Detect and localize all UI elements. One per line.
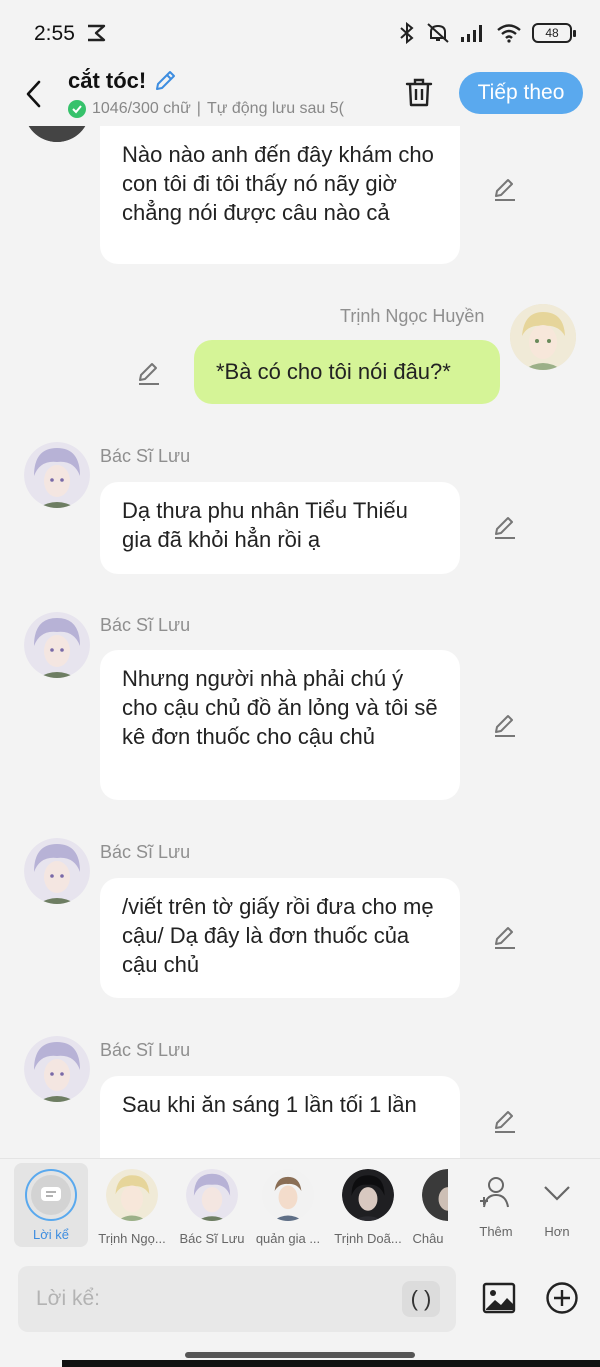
message-text: *Bà có cho tôi nói đâu?*: [216, 359, 451, 384]
message-text: Sau khi ăn sáng 1 lần tối 1 lần: [122, 1092, 417, 1117]
sender-name: Trịnh Ngọc Huyền: [340, 306, 485, 326]
status-bar: 2:55 48: [0, 0, 600, 64]
character-item[interactable]: quản gia ...: [248, 1165, 328, 1246]
trash-icon[interactable]: [404, 76, 434, 108]
avatar: [262, 1169, 314, 1221]
message-text: Dạ thưa phu nhân Tiểu Thiếu gia đã khỏi …: [122, 498, 408, 552]
sender-name: Bác Sĩ Lưu: [100, 615, 191, 635]
mute-icon: [427, 23, 449, 43]
story-title: cắt tóc!: [68, 68, 147, 93]
input-placeholder: Lời kể:: [36, 1287, 100, 1310]
message-bubble[interactable]: Dạ thưa phu nhân Tiểu Thiếu gia đã khỏi …: [100, 482, 460, 574]
edit-message-icon[interactable]: [492, 1108, 518, 1134]
autosave-text: Tự động lưu sau 5(: [206, 100, 344, 117]
more-button[interactable]: Hơn: [517, 1165, 597, 1239]
sender-name: Bác Sĩ Lưu: [100, 1040, 191, 1060]
message-bubble[interactable]: /viết trên tờ giấy rồi đưa cho mẹ cậu/ D…: [100, 878, 460, 998]
message-text: /viết trên tờ giấy rồi đưa cho mẹ cậu/ D…: [122, 894, 434, 977]
character-item[interactable]: Bác Sĩ Lưu: [172, 1165, 252, 1246]
image-icon[interactable]: [482, 1281, 516, 1315]
narration-label: Lời kể: [33, 1227, 69, 1242]
screen-edge: [62, 1360, 600, 1367]
battery-icon: 48: [532, 23, 576, 43]
battery-level: 48: [545, 26, 559, 40]
message-text: Nào nào anh đến đây khám cho con tôi đi …: [122, 142, 434, 225]
parenthesis-button[interactable]: ( ): [402, 1281, 440, 1317]
header: cắt tóc! 1046/300 chữ | Tự động lưu sau …: [0, 64, 600, 126]
title-row: cắt tóc!: [68, 68, 178, 94]
avatar[interactable]: [24, 442, 90, 508]
sender-name: Bác Sĩ Lưu: [100, 842, 191, 862]
check-icon: [68, 100, 86, 118]
edit-message-icon[interactable]: [492, 924, 518, 950]
sender-name: Bác Sĩ Lưu: [100, 446, 191, 466]
character-label: quản gia ...: [255, 1231, 321, 1246]
message-text: Nhưng người nhà phải chú ý cho cậu chủ đ…: [122, 666, 438, 749]
edit-message-icon[interactable]: [492, 514, 518, 540]
avatar[interactable]: [24, 126, 90, 142]
save-status: 1046/300 chữ | Tự động lưu sau 5(: [68, 100, 380, 118]
avatar: [186, 1169, 238, 1221]
avatar[interactable]: [24, 838, 90, 904]
next-button[interactable]: Tiếp theo: [459, 72, 583, 114]
avatar: [106, 1169, 158, 1221]
avatar: [342, 1169, 394, 1221]
add-person-icon: [480, 1177, 509, 1208]
narration-icon: [31, 1175, 71, 1215]
more-label: Hơn: [544, 1224, 570, 1239]
edit-title-icon[interactable]: [152, 68, 178, 94]
edit-message-icon[interactable]: [492, 176, 518, 202]
message-bubble[interactable]: Nào nào anh đến đây khám cho con tôi đi …: [100, 126, 460, 264]
separator: |: [196, 100, 201, 117]
chevron-down-icon: [544, 1186, 570, 1201]
char-count: 1046/300 chữ: [92, 100, 191, 117]
character-label: Trịnh Doã...: [334, 1231, 402, 1246]
avatar: [422, 1169, 448, 1221]
character-label: Châu: [412, 1231, 444, 1246]
wifi-icon: [497, 24, 521, 43]
character-label: Trịnh Ngọ...: [98, 1231, 166, 1246]
plus-circle-icon[interactable]: [545, 1281, 579, 1315]
avatar[interactable]: [510, 304, 576, 370]
message-bubble-mine[interactable]: *Bà có cho tôi nói đâu?*: [194, 340, 500, 404]
message-bubble[interactable]: Sau khi ăn sáng 1 lần tối 1 lần: [100, 1076, 460, 1158]
input-bar: Lời kể: ( ): [0, 1256, 600, 1342]
edit-message-icon[interactable]: [492, 712, 518, 738]
message-input[interactable]: Lời kể: ( ): [18, 1266, 456, 1332]
avatar[interactable]: [24, 612, 90, 678]
home-indicator: [0, 1342, 600, 1367]
signal-icon: [461, 25, 482, 42]
character-label: Bác Sĩ Lưu: [179, 1231, 245, 1246]
narration-selector[interactable]: Lời kể: [14, 1163, 88, 1247]
avatar[interactable]: [24, 1036, 90, 1102]
chat-area[interactable]: Nào nào anh đến đây khám cho con tôi đi …: [0, 126, 600, 1158]
narration-ring: [25, 1169, 77, 1221]
character-item[interactable]: Châu: [408, 1165, 448, 1246]
character-item[interactable]: Trịnh Doã...: [328, 1165, 408, 1246]
home-bar[interactable]: [185, 1352, 415, 1358]
status-time: 2:55: [34, 22, 75, 45]
edit-message-icon[interactable]: [136, 360, 162, 386]
character-bar: Lời kể Trịnh Ngọ... Bác Sĩ Lưu quản gia …: [0, 1158, 600, 1256]
bluetooth-icon: [400, 22, 414, 44]
back-arrow-icon[interactable]: [22, 78, 46, 110]
notification-icon: [88, 24, 106, 42]
message-bubble[interactable]: Nhưng người nhà phải chú ý cho cậu chủ đ…: [100, 650, 460, 800]
status-icons: 48: [398, 22, 576, 44]
character-item[interactable]: Trịnh Ngọ...: [92, 1165, 172, 1246]
